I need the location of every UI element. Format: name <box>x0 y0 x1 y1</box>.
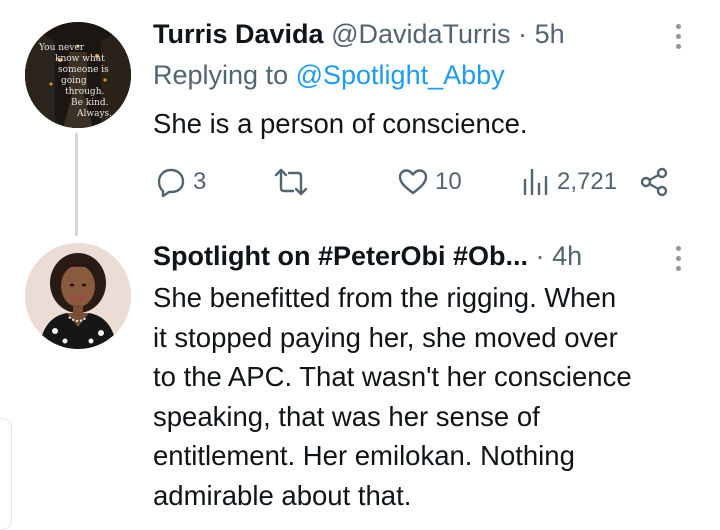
share-icon <box>640 167 668 197</box>
reply-mention-link[interactable]: @Spotlight_Abby <box>296 60 505 90</box>
like-count: 10 <box>435 168 462 195</box>
author-name[interactable]: Spotlight on #PeterObi #Ob... <box>153 241 528 272</box>
timestamp[interactable]: 5h <box>535 19 565 50</box>
tweet-text-line: to the APC. That wasn't her conscience <box>153 361 632 392</box>
tweet-text-line: speaking, that was her sense of <box>153 400 540 432</box>
replying-prefix: Replying to <box>153 60 289 90</box>
replying-to: Replying to @Spotlight_Abby <box>153 60 505 91</box>
reply-count: 3 <box>193 168 207 195</box>
tweet-text: She benefitted from the rigging. When it… <box>153 278 632 515</box>
avatar-image <box>25 243 131 349</box>
tweet-text-line: She benefitted from the rigging. When <box>153 282 617 313</box>
tweet-text-line: admirable about that. <box>153 479 412 511</box>
view-count: 2,721 <box>557 168 618 195</box>
like-icon <box>398 169 428 195</box>
more-icon[interactable] <box>674 246 682 271</box>
separator-dot: · <box>535 240 545 271</box>
separator-dot: · <box>518 18 528 49</box>
views-button[interactable]: 2,721 <box>521 162 617 202</box>
offscreen-panel-edge <box>0 418 12 530</box>
author-handle[interactable]: @DavidaTurris <box>331 19 510 50</box>
retweet-button[interactable] <box>273 162 309 202</box>
reply-icon <box>157 168 185 198</box>
retweet-icon <box>274 168 308 196</box>
thread-connector-line <box>75 133 78 236</box>
tweet-text-line: entitlement. Her emilokan. Nothing <box>153 440 575 471</box>
avatar[interactable] <box>25 243 131 349</box>
avatar-caption-line: Always. <box>77 109 113 119</box>
more-icon[interactable] <box>674 24 682 49</box>
avatar[interactable]: You never know what someone is going thr… <box>25 22 131 128</box>
tweet-header: Spotlight on #PeterObi #Ob... · 4h <box>153 236 582 276</box>
views-icon <box>523 168 548 196</box>
like-button[interactable]: 10 <box>397 162 462 202</box>
tweet-text: She is a person of conscience. <box>153 108 528 139</box>
tweet-text-line: it stopped paying her, she moved over <box>153 321 618 353</box>
timestamp[interactable]: 4h <box>552 241 582 272</box>
share-button[interactable] <box>638 162 670 202</box>
author-name[interactable]: Turris Davida <box>153 19 324 50</box>
tweet-actions: 3 10 2,721 <box>153 162 673 202</box>
tweet-header: Turris Davida @DavidaTurris · 5h <box>153 14 565 54</box>
reply-button[interactable]: 3 <box>155 162 206 202</box>
